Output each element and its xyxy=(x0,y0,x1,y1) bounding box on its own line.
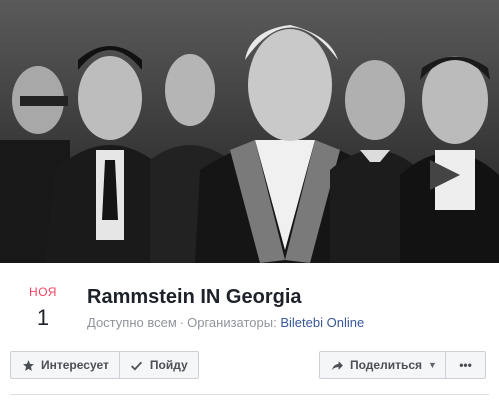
meta-separator: · xyxy=(179,315,185,330)
rsvp-button-group: Интересует Пойду xyxy=(10,351,199,379)
share-button-group: Поделиться ▼ xyxy=(319,351,448,379)
event-date-day: 1 xyxy=(36,305,50,330)
share-button[interactable]: Поделиться ▼ xyxy=(320,352,447,378)
event-date: НОЯ 1 xyxy=(22,285,64,331)
share-label: Поделиться xyxy=(350,358,423,372)
event-title[interactable]: Rammstein IN Georgia xyxy=(87,286,302,309)
organizers-label: Организаторы: xyxy=(187,315,277,330)
caret-down-icon: ▼ xyxy=(428,360,437,370)
more-button-group: ••• xyxy=(445,351,486,379)
event-audience: Доступно всем xyxy=(87,315,177,330)
event-meta: Доступно всем · Организаторы: Biletebi Onl… xyxy=(87,315,364,330)
event-date-month: НОЯ xyxy=(29,285,57,299)
share-arrow-icon xyxy=(330,358,344,372)
organizer-link[interactable]: Biletebi Online xyxy=(280,315,364,330)
star-icon xyxy=(21,358,35,372)
going-button[interactable]: Пойду xyxy=(118,352,198,378)
event-cover-photo[interactable] xyxy=(0,0,499,263)
interested-button[interactable]: Интересует xyxy=(11,352,119,378)
section-divider xyxy=(10,394,489,395)
going-label: Пойду xyxy=(149,358,188,372)
interested-label: Интересует xyxy=(41,358,109,372)
checkmark-icon xyxy=(130,358,144,372)
band-photo xyxy=(0,0,499,263)
more-options-button[interactable]: ••• xyxy=(446,352,485,378)
